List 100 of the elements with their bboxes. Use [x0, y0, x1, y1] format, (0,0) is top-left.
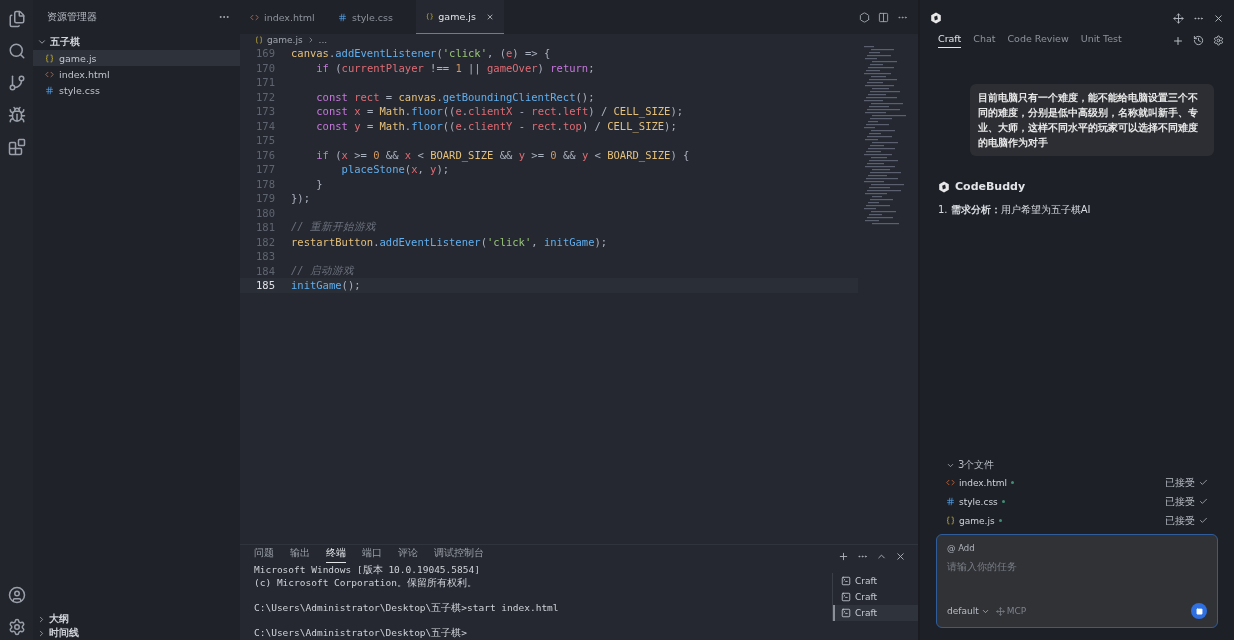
move-icon[interactable] — [1173, 12, 1184, 24]
terminal-line: C:\Users\Administrator\Desktop\五子棋>start index.html — [254, 602, 559, 615]
code-line: restartButton.addEventListener('click', initGame); — [291, 235, 608, 248]
code-line: const x = Math.floor((e.clientX - rect.left) / CELL_SIZE); — [315, 105, 684, 118]
line-number: 182 — [255, 235, 275, 248]
plus-icon[interactable] — [1172, 34, 1184, 47]
panel-tab[interactable]: 端口 — [362, 546, 382, 564]
files-summary[interactable]: 3个文件 — [958, 458, 995, 472]
line-number: 169 — [255, 47, 275, 60]
settings-icon[interactable] — [7, 618, 26, 636]
code-line: if (x >= 0 && x < BOARD_SIZE && y >= 0 && y < BOARD_SIZE) { — [315, 148, 690, 161]
terminal-line: Microsoft Windows [版本 10.0.19045.5854] — [254, 564, 480, 578]
code-line: // 启动游戏 — [291, 263, 354, 278]
changed-file[interactable]: index.html — [959, 477, 1007, 488]
line-number: 171 — [255, 76, 275, 89]
add-context-link[interactable]: @ Add — [947, 543, 975, 553]
editor-tab[interactable]: index.html — [240, 0, 328, 34]
changed-file[interactable]: game.js — [959, 515, 995, 526]
assistant-tab[interactable]: Chat — [973, 33, 996, 48]
source-control-icon[interactable] — [7, 74, 26, 92]
assistant-tab[interactable]: Code Review — [1007, 33, 1069, 48]
file-status: 已接受 — [1165, 494, 1195, 509]
braces-icon — [45, 53, 54, 63]
code-brackets-icon — [250, 12, 259, 22]
hexagon-icon[interactable] — [859, 11, 870, 23]
line-number: 173 — [255, 105, 275, 118]
terminal-icon — [841, 608, 851, 618]
file-status: 已接受 — [1165, 475, 1195, 490]
terminal-item[interactable]: Craft — [833, 589, 918, 605]
plus-icon[interactable] — [838, 551, 849, 562]
editor-tab[interactable]: style.css — [328, 0, 416, 34]
code-brackets-icon — [946, 478, 955, 487]
hash-icon — [45, 85, 54, 95]
file-item[interactable]: index.html — [33, 66, 240, 82]
code-line: placeStone(x, y); — [340, 163, 450, 176]
files-icon[interactable] — [7, 10, 26, 28]
code-line: const y = Math.floor((e.clientY - rect.top) / CELL_SIZE); — [315, 119, 677, 132]
code-brackets-icon — [45, 69, 54, 79]
code-line: initGame(); — [291, 279, 361, 292]
extensions-icon[interactable] — [7, 138, 26, 156]
search-icon[interactable] — [7, 42, 26, 60]
section-title[interactable]: 大纲 — [49, 612, 69, 626]
braces-icon — [946, 516, 955, 525]
check-icon — [1199, 478, 1208, 487]
hash-icon — [946, 497, 955, 506]
task-input-field[interactable]: 请输入你的任务 — [947, 559, 1207, 573]
section-title[interactable]: 时间线 — [49, 626, 79, 640]
hexagon-logo-icon — [938, 180, 950, 193]
assistant-tab[interactable]: Unit Test — [1080, 33, 1122, 48]
stop-button[interactable] — [1191, 603, 1207, 619]
line-number: 174 — [255, 119, 275, 132]
line-number: 178 — [255, 177, 275, 190]
status-dot — [1001, 500, 1005, 503]
folder-name[interactable]: 五子棋 — [50, 35, 80, 49]
settings-icon[interactable] — [1213, 35, 1224, 46]
split-editor-icon[interactable] — [878, 11, 889, 23]
panel-tab[interactable]: 调试控制台 — [434, 546, 484, 564]
close-icon[interactable] — [895, 551, 906, 562]
chevron-down-icon[interactable] — [37, 37, 47, 47]
terminal-item[interactable]: Craft — [833, 605, 918, 621]
history-icon[interactable] — [1193, 35, 1204, 46]
line-number: 177 — [255, 163, 275, 176]
file-item[interactable]: game.js — [33, 50, 240, 66]
line-number: 176 — [255, 148, 275, 161]
account-icon[interactable] — [7, 586, 26, 604]
terminal-icon — [841, 576, 851, 586]
code-line: // 重新开始游戏 — [291, 220, 376, 235]
move-icon — [995, 606, 1005, 616]
terminal-item[interactable]: Craft — [833, 573, 918, 589]
panel-tab[interactable]: 问题 — [254, 546, 274, 564]
code-line: } — [315, 177, 323, 190]
hash-icon — [338, 12, 347, 22]
line-number: 181 — [255, 221, 275, 234]
check-icon — [1199, 497, 1208, 506]
panel-tab[interactable]: 终端 — [326, 546, 346, 564]
status-dot — [998, 519, 1002, 522]
stop-icon — [1195, 607, 1203, 615]
line-number: 180 — [255, 206, 275, 219]
breadcrumb-item[interactable]: ... — [318, 35, 328, 45]
chat-input-box[interactable]: @ Add 请输入你的任务 default MCP — [936, 534, 1218, 628]
line-number: 184 — [255, 264, 275, 277]
close-icon[interactable] — [485, 11, 494, 22]
run-debug-icon[interactable] — [7, 106, 26, 124]
check-icon — [1199, 516, 1208, 525]
close-icon[interactable] — [1213, 12, 1224, 24]
panel-tab[interactable]: 输出 — [290, 546, 310, 564]
line-number: 175 — [255, 134, 275, 147]
line-number: 170 — [255, 61, 275, 74]
assistant-reply: 1. 需求分析：用户希望为五子棋AI — [938, 203, 1092, 217]
editor-tab[interactable]: game.js — [416, 0, 504, 34]
braces-icon — [426, 12, 434, 21]
mode-dropdown[interactable]: default — [947, 606, 990, 616]
panel-tab[interactable]: 评论 — [398, 546, 418, 564]
breadcrumb-file[interactable]: game.js — [267, 35, 303, 45]
line-number: 172 — [255, 90, 275, 103]
code-line: canvas.addEventListener('click', (e) => { — [291, 47, 551, 60]
assistant-tab[interactable]: Craft — [938, 33, 962, 48]
code-line: }); — [291, 192, 310, 205]
changed-file[interactable]: style.css — [959, 496, 998, 507]
file-item[interactable]: style.css — [33, 82, 240, 98]
